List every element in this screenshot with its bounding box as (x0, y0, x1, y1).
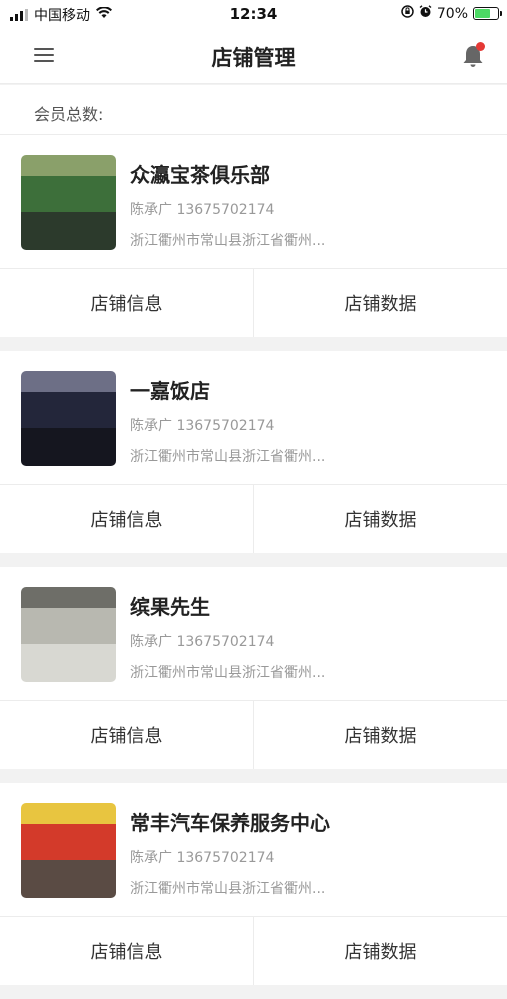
notification-dot (476, 42, 485, 51)
store-data-button[interactable]: 店铺数据 (253, 485, 507, 553)
store-card: 众瀛宝茶俱乐部 陈承广 13675702174 浙江衢州市常山县浙江省衢州...… (0, 135, 507, 337)
store-name: 一嘉饭店 (130, 379, 210, 403)
store-info-button[interactable]: 店铺信息 (0, 269, 253, 337)
battery-percent: 70% (436, 5, 468, 22)
store-actions: 店铺信息 店铺数据 (0, 485, 507, 553)
status-bar-right: 70% (401, 5, 502, 22)
store-thumbnail (21, 155, 116, 250)
store-address: 浙江衢州市常山县浙江省衢州... (130, 881, 326, 897)
store-name: 缤果先生 (130, 595, 210, 619)
store-thumbnail (21, 803, 116, 898)
store-actions: 店铺信息 店铺数据 (0, 701, 507, 769)
store-actions: 店铺信息 店铺数据 (0, 917, 507, 985)
store-data-button[interactable]: 店铺数据 (253, 269, 507, 337)
store-data-button[interactable]: 店铺数据 (253, 701, 507, 769)
store-address: 浙江衢州市常山县浙江省衢州... (130, 233, 326, 249)
store-data-button[interactable]: 店铺数据 (253, 917, 507, 985)
store-info-button[interactable]: 店铺信息 (0, 701, 253, 769)
store-info-row[interactable]: 缤果先生 陈承广 13675702174 浙江衢州市常山县浙江省衢州... (0, 567, 507, 701)
store-card: 缤果先生 陈承广 13675702174 浙江衢州市常山县浙江省衢州... 店铺… (0, 567, 507, 769)
bell-icon[interactable] (459, 42, 487, 70)
nav-bar: 店铺管理 (0, 28, 507, 84)
store-name: 众瀛宝茶俱乐部 (130, 163, 270, 187)
orientation-lock-icon (401, 5, 414, 22)
store-info-row[interactable]: 众瀛宝茶俱乐部 陈承广 13675702174 浙江衢州市常山县浙江省衢州... (0, 135, 507, 269)
store-info-row[interactable]: 常丰汽车保养服务中心 陈承广 13675702174 浙江衢州市常山县浙江省衢州… (0, 783, 507, 917)
status-bar: 中国移动 12:34 70% (0, 0, 507, 28)
store-thumbnail (21, 371, 116, 466)
battery-icon (473, 7, 502, 20)
store-info-row[interactable]: 一嘉饭店 陈承广 13675702174 浙江衢州市常山县浙江省衢州... (0, 351, 507, 485)
store-contact: 陈承广 13675702174 (130, 418, 275, 434)
store-contact: 陈承广 13675702174 (130, 850, 275, 866)
store-name: 常丰汽车保养服务中心 (130, 811, 330, 835)
store-contact: 陈承广 13675702174 (130, 202, 275, 218)
store-contact: 陈承广 13675702174 (130, 634, 275, 650)
store-address: 浙江衢州市常山县浙江省衢州... (130, 665, 326, 681)
store-card: 常丰汽车保养服务中心 陈承广 13675702174 浙江衢州市常山县浙江省衢州… (0, 783, 507, 985)
store-actions: 店铺信息 店铺数据 (0, 269, 507, 337)
store-card: 一嘉饭店 陈承广 13675702174 浙江衢州市常山县浙江省衢州... 店铺… (0, 351, 507, 553)
page-title: 店铺管理 (211, 46, 296, 70)
store-address: 浙江衢州市常山县浙江省衢州... (130, 449, 326, 465)
store-info-button[interactable]: 店铺信息 (0, 485, 253, 553)
store-list: 众瀛宝茶俱乐部 陈承广 13675702174 浙江衢州市常山县浙江省衢州...… (0, 135, 507, 999)
store-thumbnail (21, 587, 116, 682)
store-info-button[interactable]: 店铺信息 (0, 917, 253, 985)
alarm-icon (419, 5, 432, 22)
member-total: 会员总数: (0, 85, 507, 135)
member-total-label: 会员总数: (34, 105, 104, 124)
